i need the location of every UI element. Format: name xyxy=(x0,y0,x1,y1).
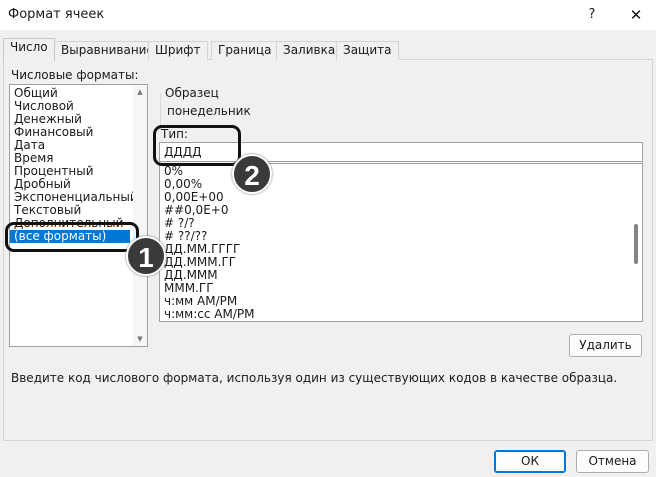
scroll-down-icon[interactable]: ▼ xyxy=(133,335,147,343)
hint-text: Введите код числового формата, используя… xyxy=(11,371,618,385)
tab-number[interactable]: Число xyxy=(3,38,55,61)
tab-alignment[interactable]: Выравнивание xyxy=(54,41,161,60)
format-list-scroll-thumb[interactable] xyxy=(634,224,638,264)
list-item[interactable]: ДД.МММ xyxy=(160,269,642,282)
format-code-list[interactable]: 0% 0,00% 0,00E+00 ##0,0E+0 # ?/? # ??/??… xyxy=(159,163,643,322)
dialog-title: Формат ячеек xyxy=(8,7,105,22)
tab-font[interactable]: Шрифт xyxy=(148,41,208,60)
tab-fill[interactable]: Заливка xyxy=(276,41,343,60)
callout-frame-type xyxy=(153,125,241,166)
tab-border[interactable]: Граница xyxy=(211,41,279,60)
list-item[interactable]: ##0,0E+0 xyxy=(160,204,642,217)
delete-button[interactable]: Удалить xyxy=(569,334,642,357)
list-item[interactable]: # ?/? xyxy=(160,217,642,230)
category-scrollbar[interactable]: ▲ ▼ xyxy=(133,85,147,346)
category-list[interactable]: Общий Числовой Денежный Финансовый Дата … xyxy=(9,84,148,347)
help-button[interactable]: ? xyxy=(580,4,604,26)
step-badge-1: 1 xyxy=(126,236,166,276)
callout-frame-all-formats xyxy=(5,222,139,252)
scroll-up-icon[interactable]: ▲ xyxy=(133,88,147,96)
step-badge-2: 2 xyxy=(232,154,272,194)
sample-value: понедельник xyxy=(167,104,251,118)
list-item[interactable]: ч:мм:сс AM/PM xyxy=(160,308,642,321)
cancel-button[interactable]: Отмена xyxy=(576,450,649,473)
list-item[interactable]: ДД.МММ.ГГ xyxy=(160,256,642,269)
ok-button[interactable]: ОК xyxy=(494,450,566,473)
categories-label: Числовые форматы: xyxy=(11,68,139,82)
list-item[interactable]: 0,00E+00 xyxy=(160,191,642,204)
close-button[interactable]: ✕ xyxy=(622,4,650,26)
tab-protection[interactable]: Защита xyxy=(336,41,399,60)
title-bar: Формат ячеек ? ✕ xyxy=(0,0,656,30)
